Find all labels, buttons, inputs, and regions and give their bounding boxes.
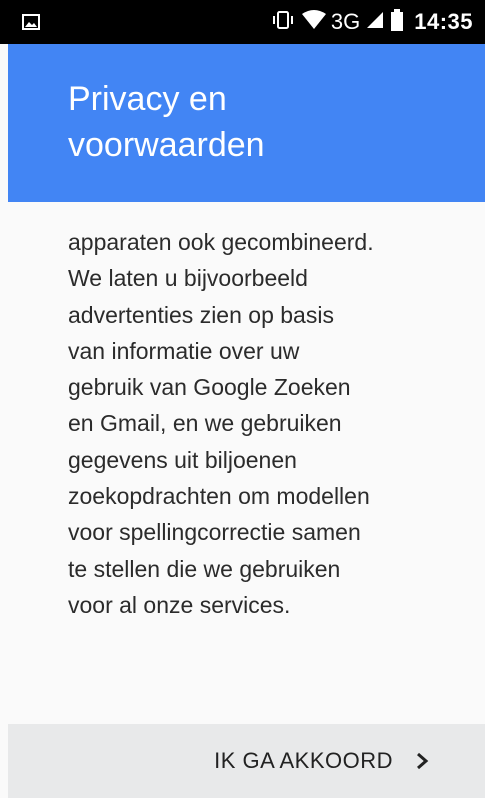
terms-line: gebruik van Google Zoeken (68, 374, 351, 401)
terms-line: voor spellingcorrectie samen (68, 519, 361, 546)
battery-icon (390, 8, 404, 36)
terms-line: We laten u bijvoorbeeld (68, 265, 308, 292)
clock: 14:35 (414, 9, 473, 34)
status-left (22, 14, 40, 30)
status-right: 3G 14:35 (271, 8, 473, 36)
vibrate-icon (271, 10, 295, 35)
terms-line: en Gmail, en we gebruiken (68, 410, 342, 437)
image-notification-icon (22, 14, 40, 30)
chevron-right-icon (415, 751, 429, 771)
agree-button[interactable]: IK GA AKKOORD (214, 748, 429, 774)
terms-line: voor al onze services. (68, 591, 291, 618)
agree-button-label: IK GA AKKOORD (214, 748, 393, 773)
terms-line: te stellen die we gebruiken (68, 555, 341, 582)
app-bar: Privacy en voorwaarden (8, 44, 485, 202)
bottom-bar: IK GA AKKOORD (8, 724, 485, 798)
network-type-label: 3G (330, 9, 361, 34)
terms-line: zoekopdrachten om modellen (68, 483, 370, 510)
wifi-icon (301, 9, 327, 35)
terms-line: van informatie over uw (68, 337, 300, 364)
terms-line: advertenties zien op basis (68, 301, 334, 328)
terms-line: gegevens uit biljoenen (68, 446, 297, 473)
page-title: Privacy en voorwaarden (68, 80, 265, 164)
terms-content[interactable]: apparaten ook gecombineerd. We laten u b… (8, 202, 485, 724)
screen: 3G 14:35 Privacy en voorwaarden apparate… (0, 0, 485, 798)
signal-icon (366, 11, 384, 34)
terms-text: apparaten ook gecombineerd. We laten u b… (68, 224, 448, 623)
terms-line: apparaten ook gecombineerd. (68, 229, 374, 255)
status-bar: 3G 14:35 (0, 0, 485, 44)
